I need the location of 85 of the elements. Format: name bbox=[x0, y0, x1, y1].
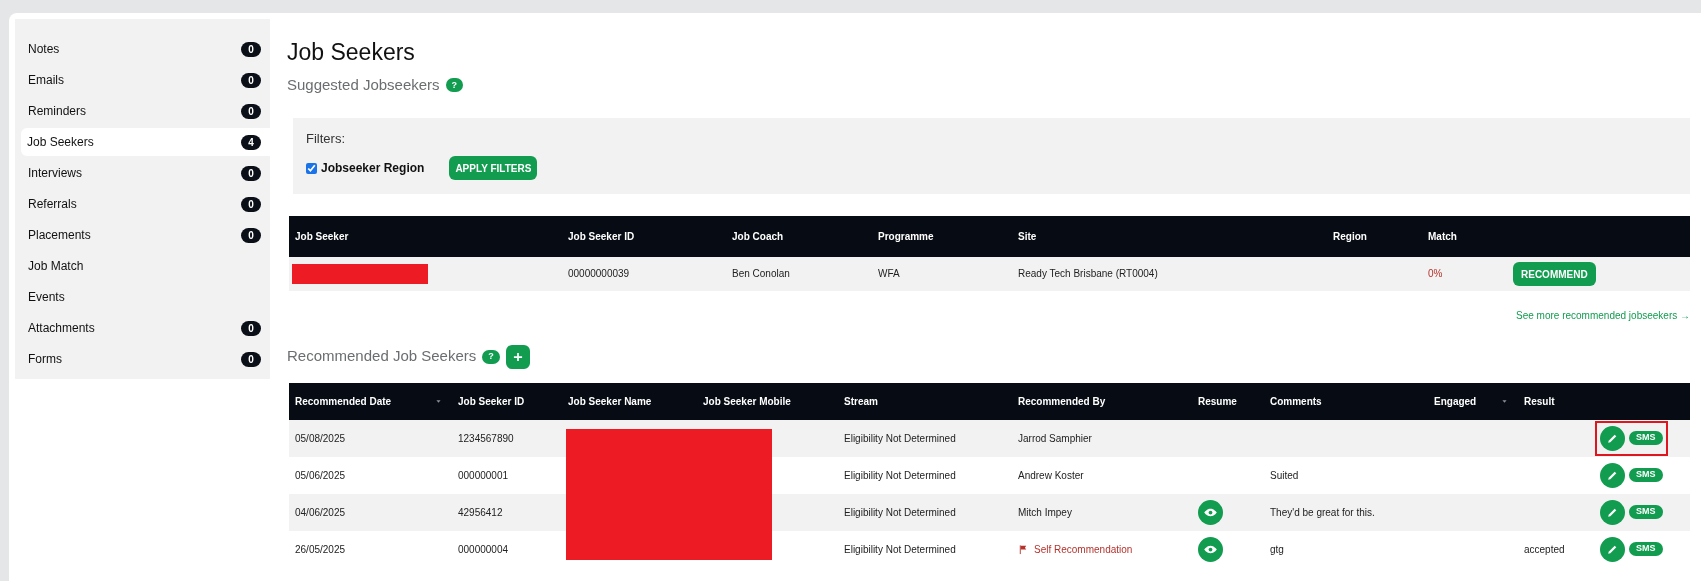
column-header[interactable]: Engaged bbox=[1434, 393, 1477, 409]
edit-button[interactable] bbox=[1600, 462, 1625, 488]
column-header: Result bbox=[1524, 394, 1555, 409]
table-cell-text: Eligibility Not Determined bbox=[843, 468, 957, 483]
table-cell-text: 00000000039 bbox=[567, 267, 631, 281]
table-cell-text: Ready Tech Brisbane (RT0004) bbox=[1017, 267, 1159, 281]
section-title: Suggested Jobseekers bbox=[287, 75, 440, 95]
column-header: Job Coach bbox=[731, 229, 785, 244]
sms-button[interactable]: SMS bbox=[1629, 431, 1663, 445]
sms-button[interactable]: SMS bbox=[1629, 505, 1663, 519]
sidebar-item[interactable]: Job Seekers 4 bbox=[21, 128, 270, 156]
count-badge: 0 bbox=[241, 41, 261, 57]
table-cell-text: Suited bbox=[1269, 468, 1300, 483]
edit-button[interactable] bbox=[1600, 425, 1625, 451]
count-badge: 0 bbox=[241, 196, 261, 212]
sms-button[interactable]: SMS bbox=[1629, 542, 1663, 556]
recommend-button[interactable]: RECOMMEND bbox=[1513, 262, 1596, 287]
column-header: Job Seeker bbox=[294, 229, 350, 244]
filters-label: Filters: bbox=[306, 129, 346, 148]
column-header: Recommended By bbox=[1018, 394, 1106, 409]
sidebar-item[interactable]: Placements 0 bbox=[21, 221, 270, 249]
column-header: Region bbox=[1332, 229, 1368, 244]
count-badge: 0 bbox=[241, 103, 261, 119]
table-cell-text: Andrew Koster bbox=[1017, 468, 1085, 483]
flag-icon bbox=[1018, 543, 1029, 555]
table-cell-text: 1234567890 bbox=[457, 431, 515, 446]
column-header: Stream bbox=[844, 394, 878, 409]
sidebar-item[interactable]: Reminders 0 bbox=[21, 97, 270, 125]
table-cell-text: Eligibility Not Determined bbox=[843, 431, 957, 446]
sidebar-item[interactable]: Emails 0 bbox=[21, 66, 270, 94]
help-badge[interactable]: ? bbox=[445, 78, 464, 93]
sidebar-item[interactable]: Forms 0 bbox=[21, 345, 270, 373]
apply-filters-button[interactable]: APPLY FILTERS bbox=[449, 156, 538, 180]
sidebar-item[interactable]: Interviews 0 bbox=[21, 159, 270, 187]
table-cell-text: Eligibility Not Determined bbox=[843, 505, 957, 520]
sidebar-item[interactable]: Referrals 0 bbox=[21, 190, 270, 218]
sidebar-item[interactable]: Events bbox=[21, 283, 270, 311]
count-badge: 0 bbox=[241, 227, 261, 243]
table-cell-text: 42956412 bbox=[457, 505, 504, 520]
table-cell-text: accepted bbox=[1523, 542, 1566, 557]
table-cell-text: gtg bbox=[1269, 542, 1285, 557]
page-title: Job Seekers bbox=[287, 38, 416, 66]
column-header: Site bbox=[1017, 229, 1038, 244]
count-badge: 0 bbox=[241, 165, 261, 181]
column-header: Job Seeker Mobile bbox=[703, 394, 791, 409]
count-badge: 0 bbox=[241, 72, 261, 88]
table-cell-text: 05/08/2025 bbox=[294, 431, 347, 446]
section-title: Recommended Job Seekers bbox=[287, 346, 477, 367]
sidebar-item[interactable]: Job Match bbox=[21, 252, 270, 280]
column-header: Comments bbox=[1270, 394, 1322, 409]
view-resume-button[interactable] bbox=[1198, 499, 1223, 525]
table-cell-text: 05/06/2025 bbox=[294, 468, 347, 483]
table-cell-text: 04/06/2025 bbox=[294, 505, 347, 520]
column-header[interactable]: Recommended Date bbox=[295, 393, 392, 409]
table-cell-text: 26/05/2025 bbox=[294, 542, 347, 557]
edit-button[interactable] bbox=[1600, 536, 1625, 562]
table-cell-text: Jarrod Samphier bbox=[1017, 431, 1093, 446]
column-header: Programme bbox=[877, 229, 935, 244]
checkbox-option[interactable]: Jobseeker Region bbox=[306, 159, 425, 177]
sidebar-item[interactable]: Attachments 0 bbox=[21, 314, 270, 342]
column-header: Job Seeker ID bbox=[458, 394, 525, 409]
table-cell-text: WFA bbox=[877, 267, 901, 281]
column-header: Job Seeker Name bbox=[568, 394, 652, 409]
count-badge: 4 bbox=[241, 134, 261, 150]
add-button[interactable] bbox=[505, 344, 530, 369]
sms-button[interactable]: SMS bbox=[1629, 468, 1663, 482]
view-resume-button[interactable] bbox=[1198, 536, 1223, 562]
edit-button[interactable] bbox=[1600, 499, 1625, 525]
count-badge: 0 bbox=[241, 320, 261, 336]
help-badge[interactable]: ? bbox=[482, 349, 500, 364]
checkbox[interactable] bbox=[306, 162, 317, 174]
table-cell-text: Ben Conolan bbox=[731, 267, 791, 281]
table-cell-text: Eligibility Not Determined bbox=[843, 542, 957, 557]
sidebar-item[interactable]: Notes 0 bbox=[21, 35, 270, 63]
column-header: Match bbox=[1427, 229, 1458, 244]
see-more-link[interactable]: See more recommended jobseekers → bbox=[1516, 307, 1690, 323]
count-badge: 0 bbox=[241, 351, 261, 367]
column-header: Resume bbox=[1198, 394, 1237, 409]
column-header: Job Seeker ID bbox=[567, 229, 636, 244]
table-cell-text: 000000001 bbox=[457, 468, 510, 483]
match-cell-text: 0% bbox=[1427, 267, 1444, 281]
table-cell-text: 000000004 bbox=[457, 542, 510, 557]
table-cell-text: Mitch Impey bbox=[1017, 505, 1073, 520]
table-cell-text: Self Recommendation bbox=[1034, 542, 1133, 557]
table-cell-text: They'd be great for this. bbox=[1269, 505, 1376, 520]
